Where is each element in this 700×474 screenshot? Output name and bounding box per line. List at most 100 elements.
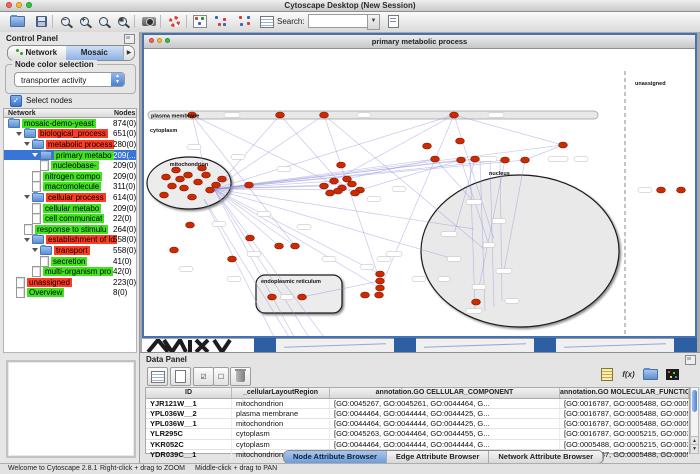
network-node[interactable] [218,176,227,182]
search-dropdown-icon[interactable]: ▼ [367,14,380,30]
network-node[interactable] [186,222,195,228]
network-node[interactable] [657,187,666,193]
zoom-out-icon[interactable]: − [56,14,74,29]
tree-item-label[interactable]: transport [54,246,90,255]
table-row[interactable]: YLR295Ccytoplasm[GO:0045263, GO:0044464,… [146,429,689,439]
network-node[interactable] [472,299,481,305]
tree-row[interactable]: transport558(0) [4,245,136,256]
tree-item-label[interactable]: cellular metabo [43,204,101,213]
tab-network[interactable]: Network [8,46,66,60]
network-node[interactable] [212,182,221,188]
table-row[interactable]: YJR121W__1mitochondrion[GO:0045267, GO:0… [146,399,689,409]
network-destroy-icon[interactable] [236,14,254,29]
search-options-icon[interactable] [384,14,402,29]
tree-row[interactable]: nitrogen compo209(0) [4,171,136,182]
table-cell[interactable]: [GO:0045263, GO:0044464, GO:0044455, G..… [330,429,560,438]
network-node[interactable] [423,143,432,149]
network-edge[interactable] [204,199,289,336]
tree-row[interactable]: multi-organism pro42(0) [4,266,136,277]
delete-attribute-icon[interactable] [230,367,251,386]
table-cell[interactable]: [GO:0044464, GO:0044444, GO:0044425, G..… [330,419,560,428]
network-node[interactable] [376,285,385,291]
table-cell[interactable]: YLR295C [146,429,232,438]
attribute-table[interactable]: ID_cellularLayoutRegionannotation.GO CEL… [145,387,690,454]
disclosure-triangle-icon[interactable] [24,195,30,199]
tree-row[interactable]: metabolic process280(0) [4,139,136,150]
network-window-titlebar[interactable]: primary metabolic process [144,35,695,49]
select-attributes-icon[interactable]: ☑ [193,367,214,386]
table-row[interactable]: YPL036W__1mitochondrion[GO:0044464, GO:0… [146,419,689,429]
float-panel-icon[interactable] [685,355,696,365]
network-node[interactable] [376,278,385,284]
tree-item-label[interactable]: response to stimulu [35,225,108,234]
tree-item-label[interactable]: mosaic-demo-yeast [22,119,96,128]
disclosure-triangle-icon[interactable] [32,248,38,252]
network-node[interactable] [276,112,285,118]
network-node[interactable] [320,112,329,118]
network-edge[interactable] [214,189,294,336]
table-cell[interactable]: mitochondrion [232,399,330,408]
network-node[interactable] [160,192,169,198]
zoom-selected-icon[interactable] [94,14,112,29]
table-cell[interactable]: plasma membrane [232,409,330,418]
network-node[interactable] [330,178,339,184]
tree-row[interactable]: macromolecule311(0) [4,182,136,193]
scrollbar-thumb[interactable] [692,390,697,412]
column-header[interactable]: _cellularLayoutRegion [232,388,330,398]
new-attribute-icon[interactable] [170,367,191,386]
network-node[interactable] [170,247,179,253]
tree-row[interactable]: cell communicat22(0) [4,213,136,224]
table-cell[interactable]: [GO:0044464, GO:0044444, GO:0044444, G..… [330,440,560,449]
table-cell[interactable]: [GO:0016787, GO:0005488, GO:0005215, G..… [560,409,689,418]
network-node[interactable] [351,190,360,196]
network-node[interactable] [320,183,329,189]
select-nodes-checkbox[interactable]: ✓ [10,95,22,107]
network-node[interactable] [376,271,385,277]
network-node[interactable] [456,138,465,144]
node-color-dropdown[interactable]: transporter activity ▲▼ [14,72,125,87]
network-node[interactable] [471,156,480,162]
table-cell[interactable]: [GO:0045267, GO:0045261, GO:0044464, G..… [330,399,560,408]
network-node[interactable] [188,194,197,200]
function-builder-icon[interactable]: f(x) [620,367,637,382]
tree-item-label[interactable]: multi-organism pro [43,267,113,276]
tree-item-label[interactable]: biological_process [38,129,108,138]
table-cell[interactable]: YPL036W__1 [146,419,232,428]
network-node[interactable] [162,174,171,180]
network-node[interactable] [677,187,686,193]
network-node[interactable] [337,162,346,168]
table-cell[interactable]: YKR052C [146,440,232,449]
network-node[interactable] [184,172,193,178]
network-modify-icon[interactable] [212,14,230,29]
attribute-browser-tab[interactable]: Edge Attribute Browser [387,451,489,463]
tree-item-label[interactable]: metabolic process [46,140,114,149]
help-icon[interactable] [165,14,183,29]
table-row[interactable]: YKR052Ccytoplasm[GO:0044464, GO:0044444,… [146,440,689,450]
table-cell[interactable]: mitochondrion [232,419,330,428]
network-view-window[interactable]: primary metabolic process [142,33,697,338]
table-cell[interactable]: cytoplasm [232,440,330,449]
tree-row[interactable]: cellular metabo209(0) [4,203,136,214]
tab-scroll-right-icon[interactable]: ▶ [123,46,134,60]
network-node[interactable] [194,179,203,185]
table-cell[interactable]: [GO:0016787, GO:0005488, GO:0005215, G..… [560,419,689,428]
network-edge[interactable] [454,115,563,145]
network-node[interactable] [457,157,466,163]
table-cell[interactable]: YJR121W__1 [146,399,232,408]
network-node[interactable] [431,156,440,162]
tree-row[interactable]: nucleobase-209(0) [4,160,136,171]
network-edge[interactable] [214,189,324,336]
attribute-list-icon[interactable] [147,367,168,386]
zoom-fit-icon[interactable]: ▣ [113,14,131,29]
unselect-attributes-icon[interactable]: ☐ [213,367,229,386]
network-node[interactable] [501,157,510,163]
tree-item-label[interactable]: primary metabo [54,151,114,160]
tree-item-label[interactable]: nitrogen compo [43,172,102,181]
tree-item-label[interactable]: establishment of lo [46,235,117,244]
network-node[interactable] [334,188,343,194]
zoom-in-icon[interactable]: + [75,14,93,29]
import-attributes-icon[interactable] [642,367,659,382]
network-edge[interactable] [214,189,380,288]
network-node[interactable] [180,185,189,191]
network-edge[interactable] [214,189,309,336]
